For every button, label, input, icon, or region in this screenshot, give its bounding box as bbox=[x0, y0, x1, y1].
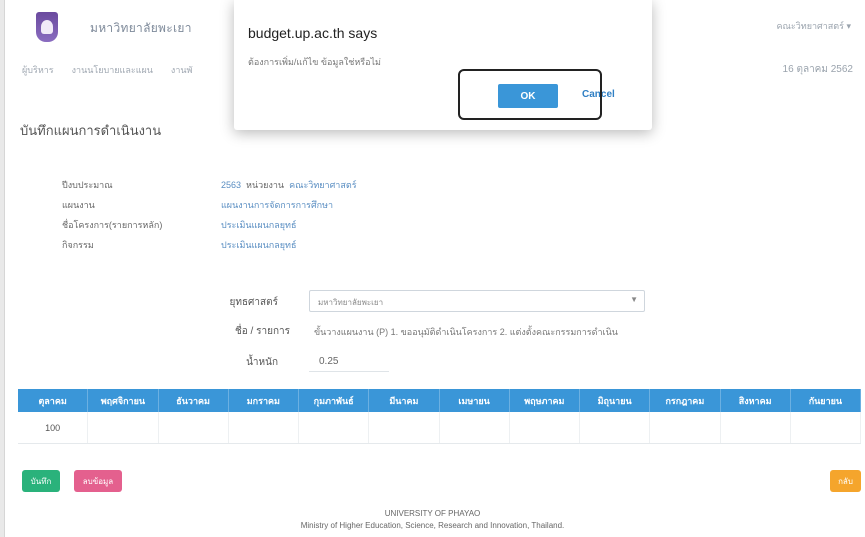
month-header-mar: มีนาคม bbox=[369, 389, 440, 412]
delete-button[interactable]: ลบข้อมูล bbox=[74, 470, 122, 492]
month-input-nov[interactable] bbox=[88, 412, 159, 443]
budget-year-number: 2563 bbox=[221, 180, 242, 190]
user-menu[interactable]: คณะวิทยาศาสตร์ ▾ bbox=[777, 19, 851, 33]
monthly-plan-table: ตุลาคม พฤศจิกายน ธันวาคม มกราคม กุมภาพัน… bbox=[18, 389, 861, 444]
info-row-budget-year: ปีงบประมาณ 2563 หน่วยงาน คณะวิทยาศาสตร์ bbox=[62, 175, 357, 195]
nav-item-truncated[interactable]: งานพั bbox=[171, 63, 193, 77]
weight-input[interactable]: 0.25 bbox=[309, 350, 389, 372]
strategy-label: ยุทธศาสตร์ bbox=[229, 297, 279, 308]
info-row-project: ชื่อโครงการ(รายการหลัก) ประเมินแผนกลยุทธ… bbox=[62, 215, 357, 235]
month-input-feb[interactable] bbox=[299, 412, 370, 443]
project-label: ชื่อโครงการ(รายการหลัก) bbox=[62, 220, 163, 230]
window-left-border bbox=[0, 0, 5, 537]
plan-label: แผนงาน bbox=[62, 200, 95, 210]
month-header-apr: เมษายน bbox=[440, 389, 510, 412]
item-label: ชื่อ / รายการ bbox=[234, 326, 290, 337]
footer-ministry: Ministry of Higher Education, Science, R… bbox=[300, 521, 565, 530]
budget-year-value: 2563 หน่วยงาน คณะวิทยาศาสตร์ bbox=[221, 178, 357, 192]
monthly-table-header: ตุลาคม พฤศจิกายน ธันวาคม มกราคม กุมภาพัน… bbox=[18, 389, 861, 412]
month-header-jun: มิถุนายน bbox=[580, 389, 651, 412]
month-header-dec: ธันวาคม bbox=[159, 389, 229, 412]
month-input-aug[interactable] bbox=[721, 412, 791, 443]
highlight-annotation bbox=[458, 69, 602, 120]
project-value: ประเมินแผนกลยุทธ์ bbox=[221, 220, 297, 230]
university-name: มหาวิทยาลัยพะเยา bbox=[90, 21, 192, 35]
unit-value: คณะวิทยาศาสตร์ bbox=[289, 180, 357, 190]
nav-item-policy-planning[interactable]: งานนโยบายและแผน bbox=[72, 63, 153, 77]
month-header-nov: พฤศจิกายน bbox=[88, 389, 159, 412]
unit-label: หน่วยงาน bbox=[246, 180, 285, 190]
page-title: บันทึกแผนการดำเนินงาน bbox=[20, 123, 162, 138]
back-button[interactable]: กลับ bbox=[830, 470, 861, 492]
chevron-down-icon: ▼ bbox=[630, 295, 638, 304]
dialog-title: budget.up.ac.th says bbox=[248, 25, 378, 41]
month-header-jul: กรกฎาคม bbox=[650, 389, 721, 412]
table-row: 100 bbox=[18, 412, 861, 444]
activity-label: กิจกรรม bbox=[62, 240, 94, 250]
strategy-select[interactable]: มหาวิทยาลัยพะเยา ▼ bbox=[309, 290, 645, 312]
month-input-may[interactable] bbox=[510, 412, 580, 443]
nav-item-executive[interactable]: ผู้บริหาร bbox=[22, 63, 54, 77]
budget-year-label: ปีงบประมาณ bbox=[62, 180, 113, 190]
confirm-dialog: budget.up.ac.th says ต้องการเพิ่ม/แก้ไข … bbox=[234, 0, 652, 130]
month-header-oct: ตุลาคม bbox=[18, 389, 89, 412]
item-description: ขั้นวางแผนงาน (P) 1. ขออนุมัติดำเนินโครง… bbox=[314, 327, 618, 337]
month-input-jan[interactable] bbox=[229, 412, 299, 443]
save-button[interactable]: บันทึก bbox=[22, 470, 60, 492]
month-header-aug: สิงหาคม bbox=[721, 389, 791, 412]
activity-value: ประเมินแผนกลยุทธ์ bbox=[221, 240, 297, 250]
month-header-may: พฤษภาคม bbox=[510, 389, 580, 412]
month-input-oct[interactable]: 100 bbox=[18, 412, 89, 443]
top-nav: ผู้บริหาร งานนโยบายและแผน งานพั bbox=[22, 63, 192, 77]
month-input-jul[interactable] bbox=[650, 412, 721, 443]
month-input-dec[interactable] bbox=[159, 412, 229, 443]
month-header-sep: กันยายน bbox=[791, 389, 861, 412]
info-row-activity: กิจกรรม ประเมินแผนกลยุทธ์ bbox=[62, 235, 357, 255]
current-date: 16 ตุลาคม 2562 bbox=[782, 64, 853, 75]
info-block: ปีงบประมาณ 2563 หน่วยงาน คณะวิทยาศาสตร์ … bbox=[62, 175, 357, 255]
university-logo bbox=[36, 12, 58, 42]
dialog-message: ต้องการเพิ่ม/แก้ไข ข้อมูลใช่หรือไม่ bbox=[248, 57, 381, 67]
month-header-jan: มกราคม bbox=[229, 389, 299, 412]
footer-university: UNIVERSITY OF PHAYAO bbox=[384, 509, 481, 518]
month-input-mar[interactable] bbox=[369, 412, 440, 443]
info-row-plan: แผนงาน แผนงานการจัดการการศึกษา bbox=[62, 195, 357, 215]
month-header-feb: กุมภาพันธ์ bbox=[299, 389, 370, 412]
weight-label: น้ำหนัก bbox=[246, 357, 278, 368]
strategy-selected-value: มหาวิทยาลัยพะเยา bbox=[318, 298, 384, 307]
month-input-apr[interactable] bbox=[440, 412, 510, 443]
month-input-sep[interactable] bbox=[791, 412, 861, 443]
plan-value: แผนงานการจัดการการศึกษา bbox=[221, 200, 334, 210]
month-input-jun[interactable] bbox=[580, 412, 651, 443]
